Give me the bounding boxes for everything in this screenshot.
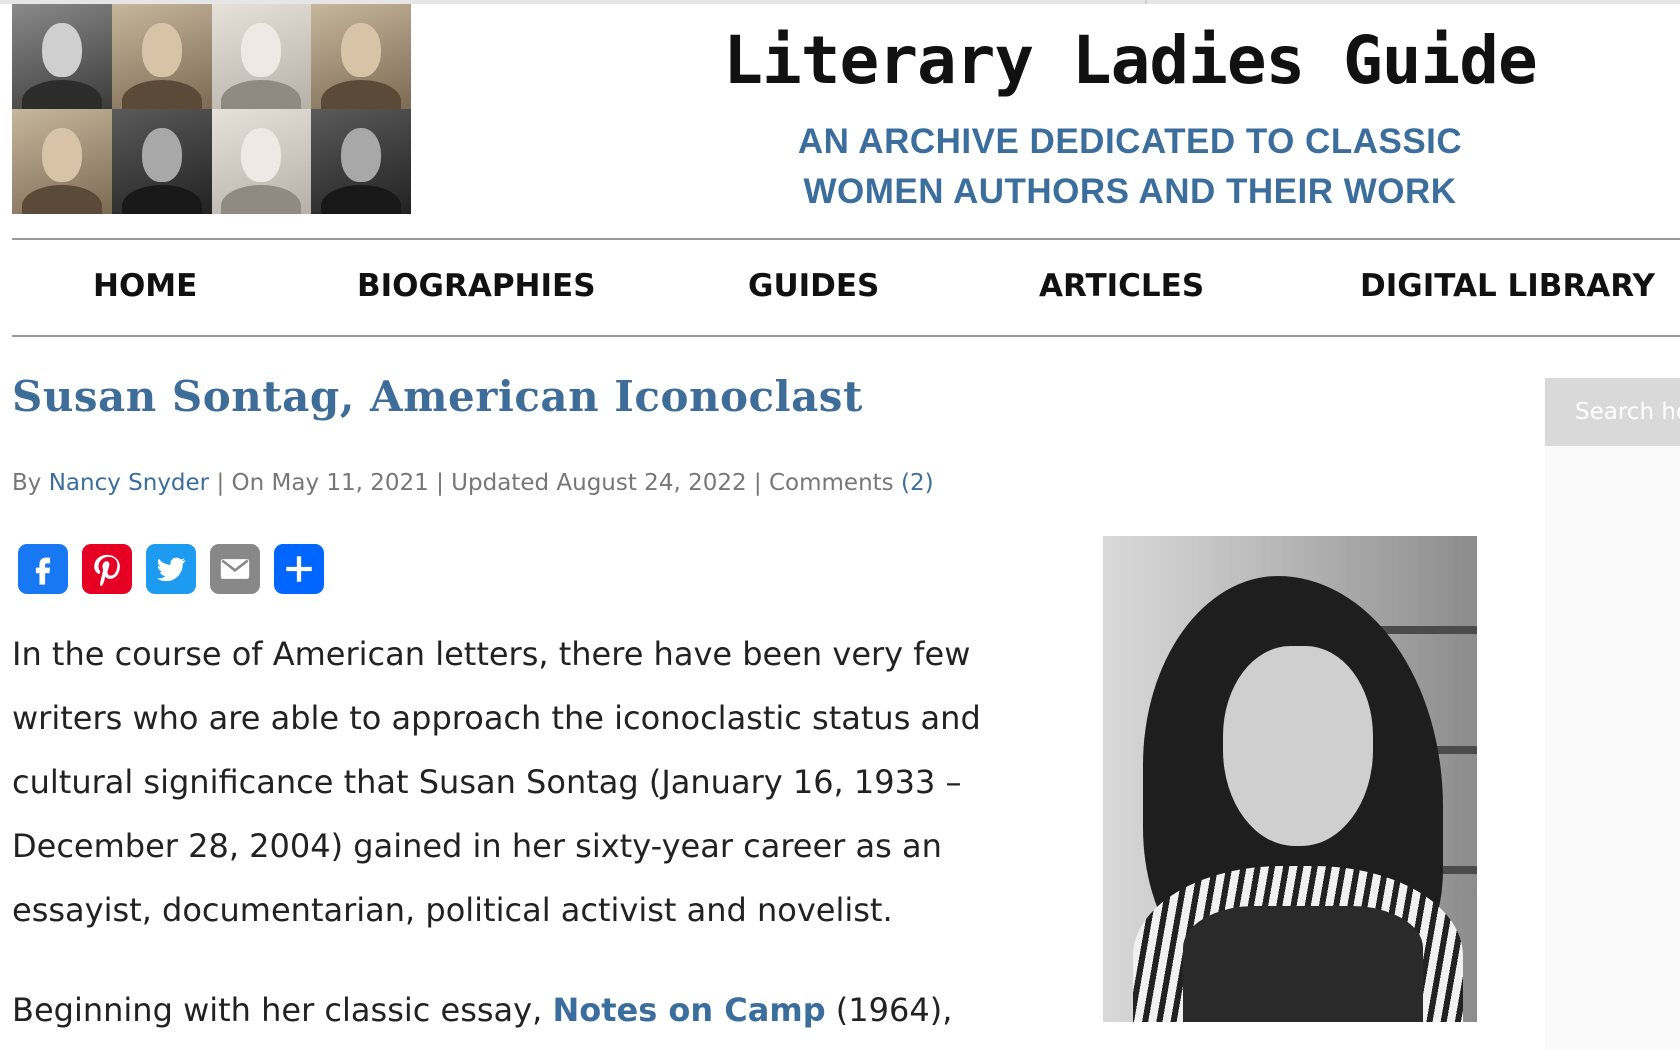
- susan-sontag-photo: [1103, 536, 1477, 1022]
- meta-by: By: [12, 470, 42, 496]
- tagline-line: WOMEN AUTHORS AND THEIR WORK: [803, 172, 1457, 211]
- paragraph-text: Beginning with her classic essay,: [12, 991, 553, 1029]
- facebook-share-button[interactable]: [18, 544, 68, 594]
- search-input[interactable]: [1545, 378, 1680, 446]
- sidebar: [1545, 378, 1680, 1050]
- email-share-button[interactable]: [210, 544, 260, 594]
- twitter-share-button[interactable]: [146, 544, 196, 594]
- plus-icon: [286, 556, 312, 582]
- author-portrait: [12, 4, 112, 109]
- header-collage[interactable]: [12, 4, 411, 214]
- notes-on-camp-link[interactable]: Notes on Camp: [552, 991, 825, 1029]
- author-portrait: [311, 4, 411, 109]
- header-divider: [12, 238, 1680, 240]
- pinterest-icon: [94, 554, 120, 586]
- post-meta: By Nancy Snyder | On May 11, 2021 | Upda…: [12, 470, 934, 496]
- author-portrait: [311, 109, 411, 214]
- paragraph-text: (1964),: [825, 991, 953, 1029]
- meta-dates: | On May 11, 2021 | Updated August 24, 2…: [216, 470, 894, 496]
- nav-divider: [12, 335, 1680, 337]
- nav-guides[interactable]: GUIDES: [748, 268, 879, 304]
- article-body: In the course of American letters, there…: [12, 622, 1072, 942]
- post-title[interactable]: Susan Sontag, American Iconoclast: [12, 372, 863, 421]
- author-portrait: [211, 4, 312, 109]
- facebook-icon: [35, 557, 51, 585]
- author-link[interactable]: Nancy Snyder: [49, 470, 209, 496]
- nav-biographies[interactable]: BIOGRAPHIES: [357, 268, 596, 304]
- author-portrait: [211, 109, 312, 214]
- pinterest-share-button[interactable]: [82, 544, 132, 594]
- nav-digital-library[interactable]: DIGITAL LIBRARY: [1360, 268, 1655, 304]
- author-portrait: [111, 4, 212, 109]
- nav-articles[interactable]: ARTICLES: [1039, 268, 1204, 304]
- nav-home[interactable]: HOME: [93, 268, 197, 304]
- author-portrait: [111, 109, 212, 214]
- author-portrait: [12, 109, 112, 214]
- twitter-icon: [156, 557, 186, 582]
- site-title[interactable]: Literary Ladies Guide: [640, 22, 1620, 99]
- site-tagline: AN ARCHIVE DEDICATED TO CLASSIC WOMEN AU…: [700, 117, 1560, 217]
- share-button[interactable]: [274, 544, 324, 594]
- comments-link[interactable]: (2): [901, 470, 934, 496]
- tagline-line: AN ARCHIVE DEDICATED TO CLASSIC: [797, 122, 1463, 161]
- paragraph: Beginning with her classic essay, Notes …: [12, 978, 952, 1042]
- email-icon: [220, 559, 250, 579]
- paragraph: In the course of American letters, there…: [12, 635, 981, 929]
